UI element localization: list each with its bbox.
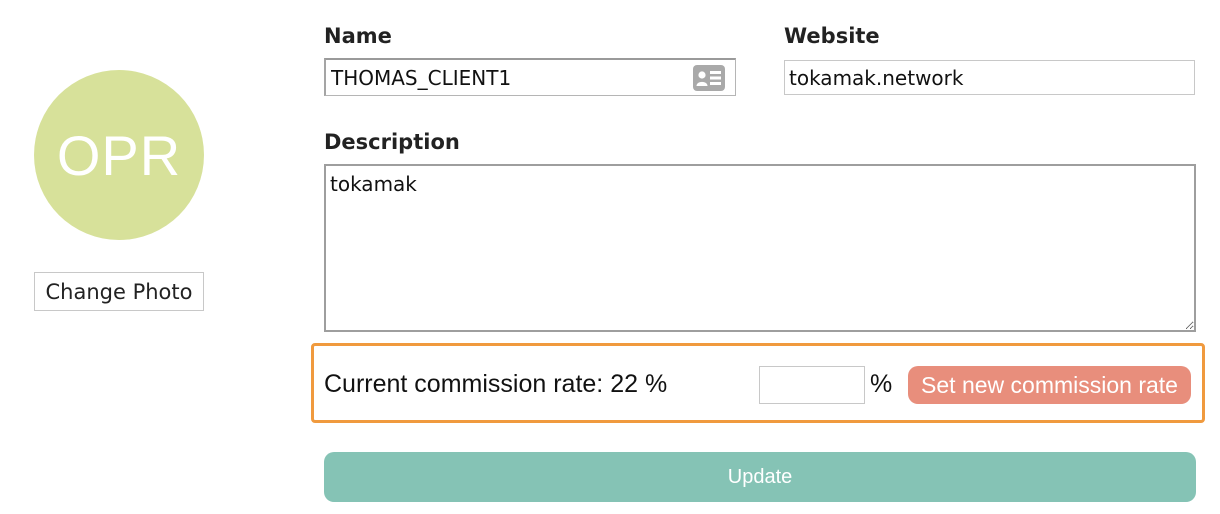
website-label: Website [784, 24, 880, 48]
website-input[interactable] [784, 60, 1195, 95]
description-textarea[interactable]: tokamak [324, 164, 1196, 332]
avatar: OPR [34, 70, 204, 240]
set-commission-rate-button[interactable]: Set new commission rate [908, 366, 1191, 404]
percent-sign: % [870, 370, 893, 398]
avatar-initials: OPR [56, 123, 182, 187]
description-label: Description [324, 130, 460, 154]
current-commission-rate: Current commission rate: 22 % [324, 370, 668, 398]
new-commission-rate-input[interactable] [759, 366, 865, 404]
update-button[interactable]: Update [324, 452, 1196, 502]
commission-section: Current commission rate: 22 % % Set new … [311, 343, 1205, 423]
name-input[interactable] [326, 60, 686, 95]
name-field[interactable] [324, 58, 736, 96]
contact-card-icon[interactable] [693, 65, 725, 91]
change-photo-button[interactable]: Change Photo [34, 272, 204, 311]
name-label: Name [324, 24, 392, 48]
